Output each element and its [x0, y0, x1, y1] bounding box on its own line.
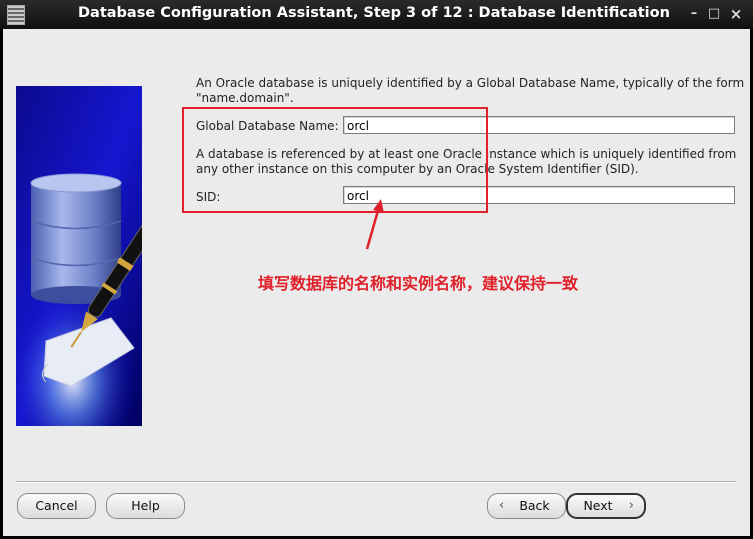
title-bar[interactable]: Database Configuration Assistant, Step 3…: [0, 0, 753, 29]
close-button[interactable]: ×: [728, 6, 744, 22]
description-line-2: "name.domain".: [196, 91, 294, 105]
wizard-content: An Oracle database is uniquely identifie…: [3, 29, 750, 536]
back-button[interactable]: ‹ Back: [487, 493, 566, 519]
back-button-label: Back: [519, 498, 550, 513]
help-button-label: Help: [131, 498, 160, 513]
chevron-left-icon: ‹: [499, 498, 505, 513]
cancel-button-label: Cancel: [35, 498, 78, 513]
next-button[interactable]: Next ›: [566, 493, 646, 519]
maximize-button[interactable]: □: [706, 6, 722, 22]
window-title: Database Configuration Assistant, Step 3…: [78, 5, 670, 21]
description-line-1: An Oracle database is uniquely identifie…: [196, 76, 745, 90]
description-text: An Oracle database is uniquely identifie…: [196, 76, 744, 106]
annotation-arrow-icon: [365, 199, 384, 250]
minimize-button[interactable]: –: [686, 6, 702, 22]
app-icon[interactable]: [7, 5, 25, 25]
highlight-box: [182, 107, 488, 213]
annotation-text: 填写数据库的名称和实例名称，建议保持一致: [258, 274, 579, 293]
cancel-button[interactable]: Cancel: [17, 493, 96, 519]
chevron-right-icon: ›: [628, 498, 634, 513]
next-button-label: Next: [583, 498, 613, 513]
help-button[interactable]: Help: [106, 493, 185, 519]
database-illustration-icon: [16, 86, 142, 426]
button-separator: [16, 481, 736, 483]
dbca-window: Database Configuration Assistant, Step 3…: [0, 0, 753, 539]
